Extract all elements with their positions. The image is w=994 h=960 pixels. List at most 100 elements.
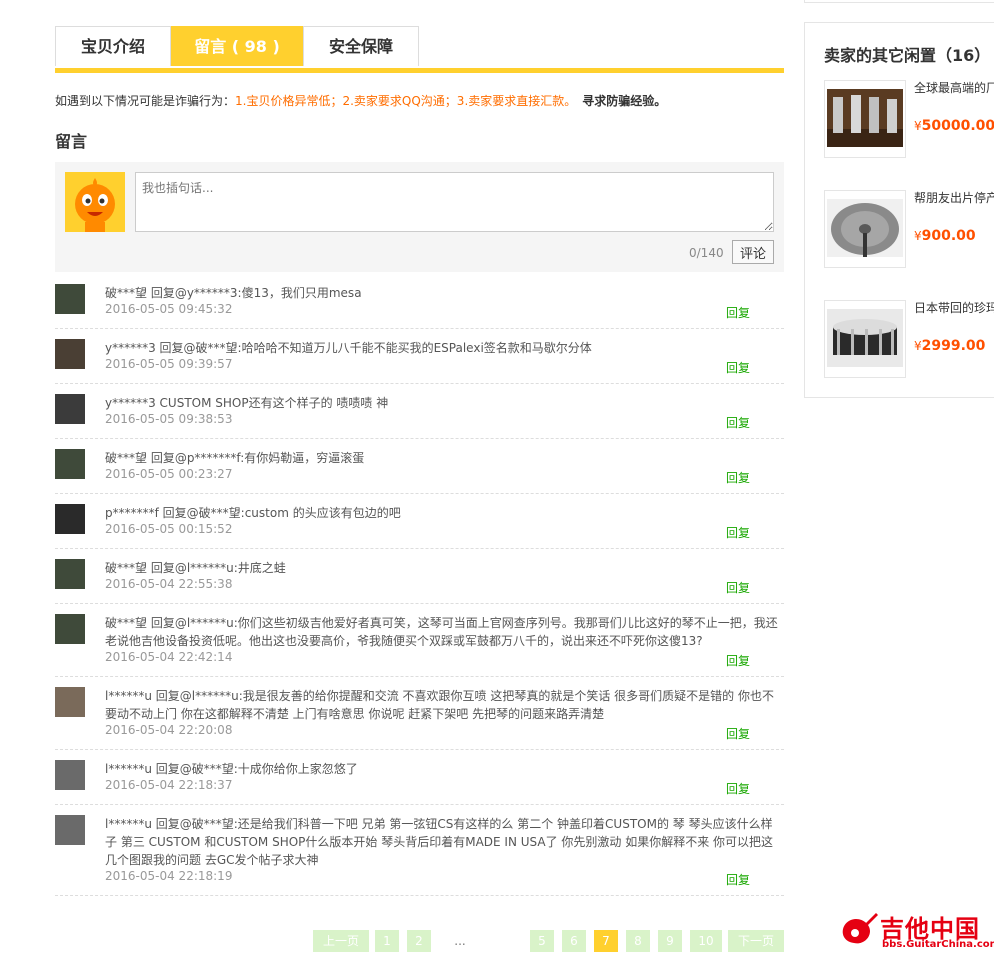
fraud-warning-items: 1.宝贝价格异常低；2.卖家要求QQ沟通；3.卖家要求直接汇款。 <box>235 94 577 108</box>
reply-button[interactable]: 回复 <box>726 304 750 321</box>
page-7-current[interactable]: 7 <box>594 930 618 952</box>
comment-timestamp: 2016-05-05 00:23:27 <box>105 467 233 481</box>
comment-text: 破***望 回复@l******u:你们这些初级吉他爱好者真可笑，这琴可当面上官… <box>105 616 778 648</box>
page-9[interactable]: 9 <box>658 930 682 952</box>
item-title[interactable]: 帮朋友出片停产 音镲 9成新以上 <box>914 190 994 224</box>
seller-item[interactable]: 帮朋友出片停产 音镲 9成新以上 ¥900.00 <box>824 190 994 274</box>
commenter-avatar[interactable] <box>55 559 85 589</box>
comment-list: 破***望 回复@y******3:傻13，我们只用mesa 2016-05-05… <box>55 274 784 896</box>
section-title: 留言 <box>55 132 88 151</box>
item-price: ¥2999.00 <box>914 338 986 354</box>
comment-text: 破***望 回复@l******u:井底之蛙 <box>105 561 286 575</box>
comment-row: l******u 回复@l******u:我是很友善的给你提醒和交流 不喜欢跟你… <box>55 677 784 750</box>
commenter-avatar[interactable] <box>55 284 85 314</box>
comment-text: y******3 回复@破***望:哈哈哈不知道万儿八千能不能买我的ESPale… <box>105 341 592 355</box>
item-price: ¥900.00 <box>914 228 976 244</box>
reply-button[interactable]: 回复 <box>726 871 750 888</box>
comment-text: 破***望 回复@y******3:傻13，我们只用mesa <box>105 286 362 300</box>
comment-timestamp: 2016-05-05 09:45:32 <box>105 302 233 316</box>
page-1[interactable]: 1 <box>375 930 399 952</box>
comment-timestamp: 2016-05-04 22:20:08 <box>105 723 233 737</box>
currency-symbol: ¥ <box>914 119 922 133</box>
item-thumbnail[interactable] <box>824 300 906 378</box>
next-page-button[interactable]: 下一页 <box>728 930 784 952</box>
comment-text: p*******f 回复@破***望:custom 的头应该有包边的吧 <box>105 506 401 520</box>
item-price: ¥50000.00 <box>914 118 994 134</box>
currency-symbol: ¥ <box>914 229 922 243</box>
comment-timestamp: 2016-05-04 22:42:14 <box>105 650 233 664</box>
fraud-warning: 如遇到以下情况可能是诈骗行为：1.宝贝价格异常低；2.卖家要求QQ沟通；3.卖家… <box>55 92 666 109</box>
comment-timestamp: 2016-05-04 22:18:37 <box>105 778 233 792</box>
comment-row: 破***望 回复@l******u:你们这些初级吉他爱好者真可笑，这琴可当面上官… <box>55 604 784 677</box>
comment-timestamp: 2016-05-05 09:38:53 <box>105 412 233 426</box>
comment-row: y******3 回复@破***望:哈哈哈不知道万儿八千能不能买我的ESPale… <box>55 329 784 384</box>
item-title[interactable]: 全球最高端的厂 双踩 9成新以上 <box>914 80 994 114</box>
page-5[interactable]: 5 <box>530 930 554 952</box>
seller-item[interactable]: 全球最高端的厂 双踩 9成新以上 ¥50000.00 <box>824 80 994 164</box>
comment-timestamp: 2016-05-05 00:15:52 <box>105 522 233 536</box>
commenter-avatar[interactable] <box>55 815 85 845</box>
submit-comment-button[interactable]: 评论 <box>732 240 774 264</box>
comment-timestamp: 2016-05-04 22:18:19 <box>105 869 233 883</box>
comment-row: 破***望 回复@p*******f:有你妈勒逼，穷逼滚蛋 2016-05-05 … <box>55 439 784 494</box>
comment-text: 破***望 回复@p*******f:有你妈勒逼，穷逼滚蛋 <box>105 451 365 465</box>
drum-pedals-image <box>827 89 903 147</box>
watermark-text-en: bbs.GuitarChina.com <box>882 939 994 950</box>
comment-timestamp: 2016-05-04 22:55:38 <box>105 577 233 591</box>
tab-comments[interactable]: 留言 ( 98 ) <box>171 26 303 66</box>
item-title[interactable]: 日本带回的珍玛 Pearl大师录音军 <box>914 300 994 334</box>
item-thumbnail[interactable] <box>824 190 906 268</box>
tab-bar: 宝贝介绍 留言 ( 98 ) 安全保障 <box>55 26 784 73</box>
guitarchina-watermark: 吉他中国 bbs.GuitarChina.com <box>838 905 994 957</box>
anti-fraud-link[interactable]: 寻求防骗经验。 <box>582 94 666 108</box>
commenter-avatar[interactable] <box>55 394 85 424</box>
cymbal-image <box>827 199 903 257</box>
seller-items-title: 卖家的其它闲置（16） <box>824 46 991 65</box>
commenter-avatar[interactable] <box>55 449 85 479</box>
reply-button[interactable]: 回复 <box>726 414 750 431</box>
reply-button[interactable]: 回复 <box>726 725 750 742</box>
reply-button[interactable]: 回复 <box>726 359 750 376</box>
commenter-avatar[interactable] <box>55 614 85 644</box>
comment-text: l******u 回复@破***望:还是给我们科普一下吧 兄弟 第一弦钮CS有这… <box>105 817 774 867</box>
reply-button[interactable]: 回复 <box>726 579 750 596</box>
user-avatar <box>65 172 125 232</box>
snare-drum-image <box>827 309 903 367</box>
reply-button[interactable]: 回复 <box>726 469 750 486</box>
comment-row: p*******f 回复@破***望:custom 的头应该有包边的吧 2016-… <box>55 494 784 549</box>
comment-text: l******u 回复@破***望:十成你给你上家忽悠了 <box>105 762 358 776</box>
reply-button[interactable]: 回复 <box>726 652 750 669</box>
page-2[interactable]: 2 <box>407 930 431 952</box>
prev-page-button[interactable]: 上一页 <box>313 930 369 952</box>
comment-row: 破***望 回复@y******3:傻13，我们只用mesa 2016-05-05… <box>55 274 784 329</box>
comment-compose: 0/140 评论 <box>55 162 784 272</box>
item-thumbnail[interactable] <box>824 80 906 158</box>
commenter-avatar[interactable] <box>55 504 85 534</box>
fraud-warning-prefix: 如遇到以下情况可能是诈骗行为： <box>55 94 236 108</box>
tab-item-intro[interactable]: 宝贝介绍 <box>55 26 171 66</box>
sidebar-top-divider <box>804 0 994 3</box>
page-8[interactable]: 8 <box>626 930 650 952</box>
seller-item[interactable]: 日本带回的珍玛 Pearl大师录音军 ¥2999.00 <box>824 300 994 384</box>
comment-row: y******3 CUSTOM SHOP还有这个样子的 啧啧啧 神 2016-05… <box>55 384 784 439</box>
tab-security[interactable]: 安全保障 <box>303 26 419 66</box>
currency-symbol: ¥ <box>914 339 922 353</box>
commenter-avatar[interactable] <box>55 687 85 717</box>
reply-button[interactable]: 回复 <box>726 524 750 541</box>
commenter-avatar[interactable] <box>55 760 85 790</box>
comment-row: 破***望 回复@l******u:井底之蛙 2016-05-04 22:55:3… <box>55 549 784 604</box>
comment-text: l******u 回复@l******u:我是很友善的给你提醒和交流 不喜欢跟你… <box>105 689 774 721</box>
comment-input[interactable] <box>135 172 774 232</box>
comment-timestamp: 2016-05-05 09:39:57 <box>105 357 233 371</box>
seller-sidebar: 卖家的其它闲置（16） 全球最高端的厂 双踩 9成新以上 ¥50000.00 <box>804 0 994 960</box>
reply-button[interactable]: 回复 <box>726 780 750 797</box>
char-counter: 0/140 <box>689 246 724 260</box>
comment-row: l******u 回复@破***望:还是给我们科普一下吧 兄弟 第一弦钮CS有这… <box>55 805 784 896</box>
comment-text: y******3 CUSTOM SHOP还有这个样子的 啧啧啧 神 <box>105 396 389 410</box>
comment-row: l******u 回复@破***望:十成你给你上家忽悠了 2016-05-04 2… <box>55 750 784 805</box>
page-10[interactable]: 10 <box>690 930 722 952</box>
commenter-avatar[interactable] <box>55 339 85 369</box>
page-6[interactable]: 6 <box>562 930 586 952</box>
page-ellipsis: ... <box>454 934 466 948</box>
guitar-logo-icon <box>842 913 878 944</box>
